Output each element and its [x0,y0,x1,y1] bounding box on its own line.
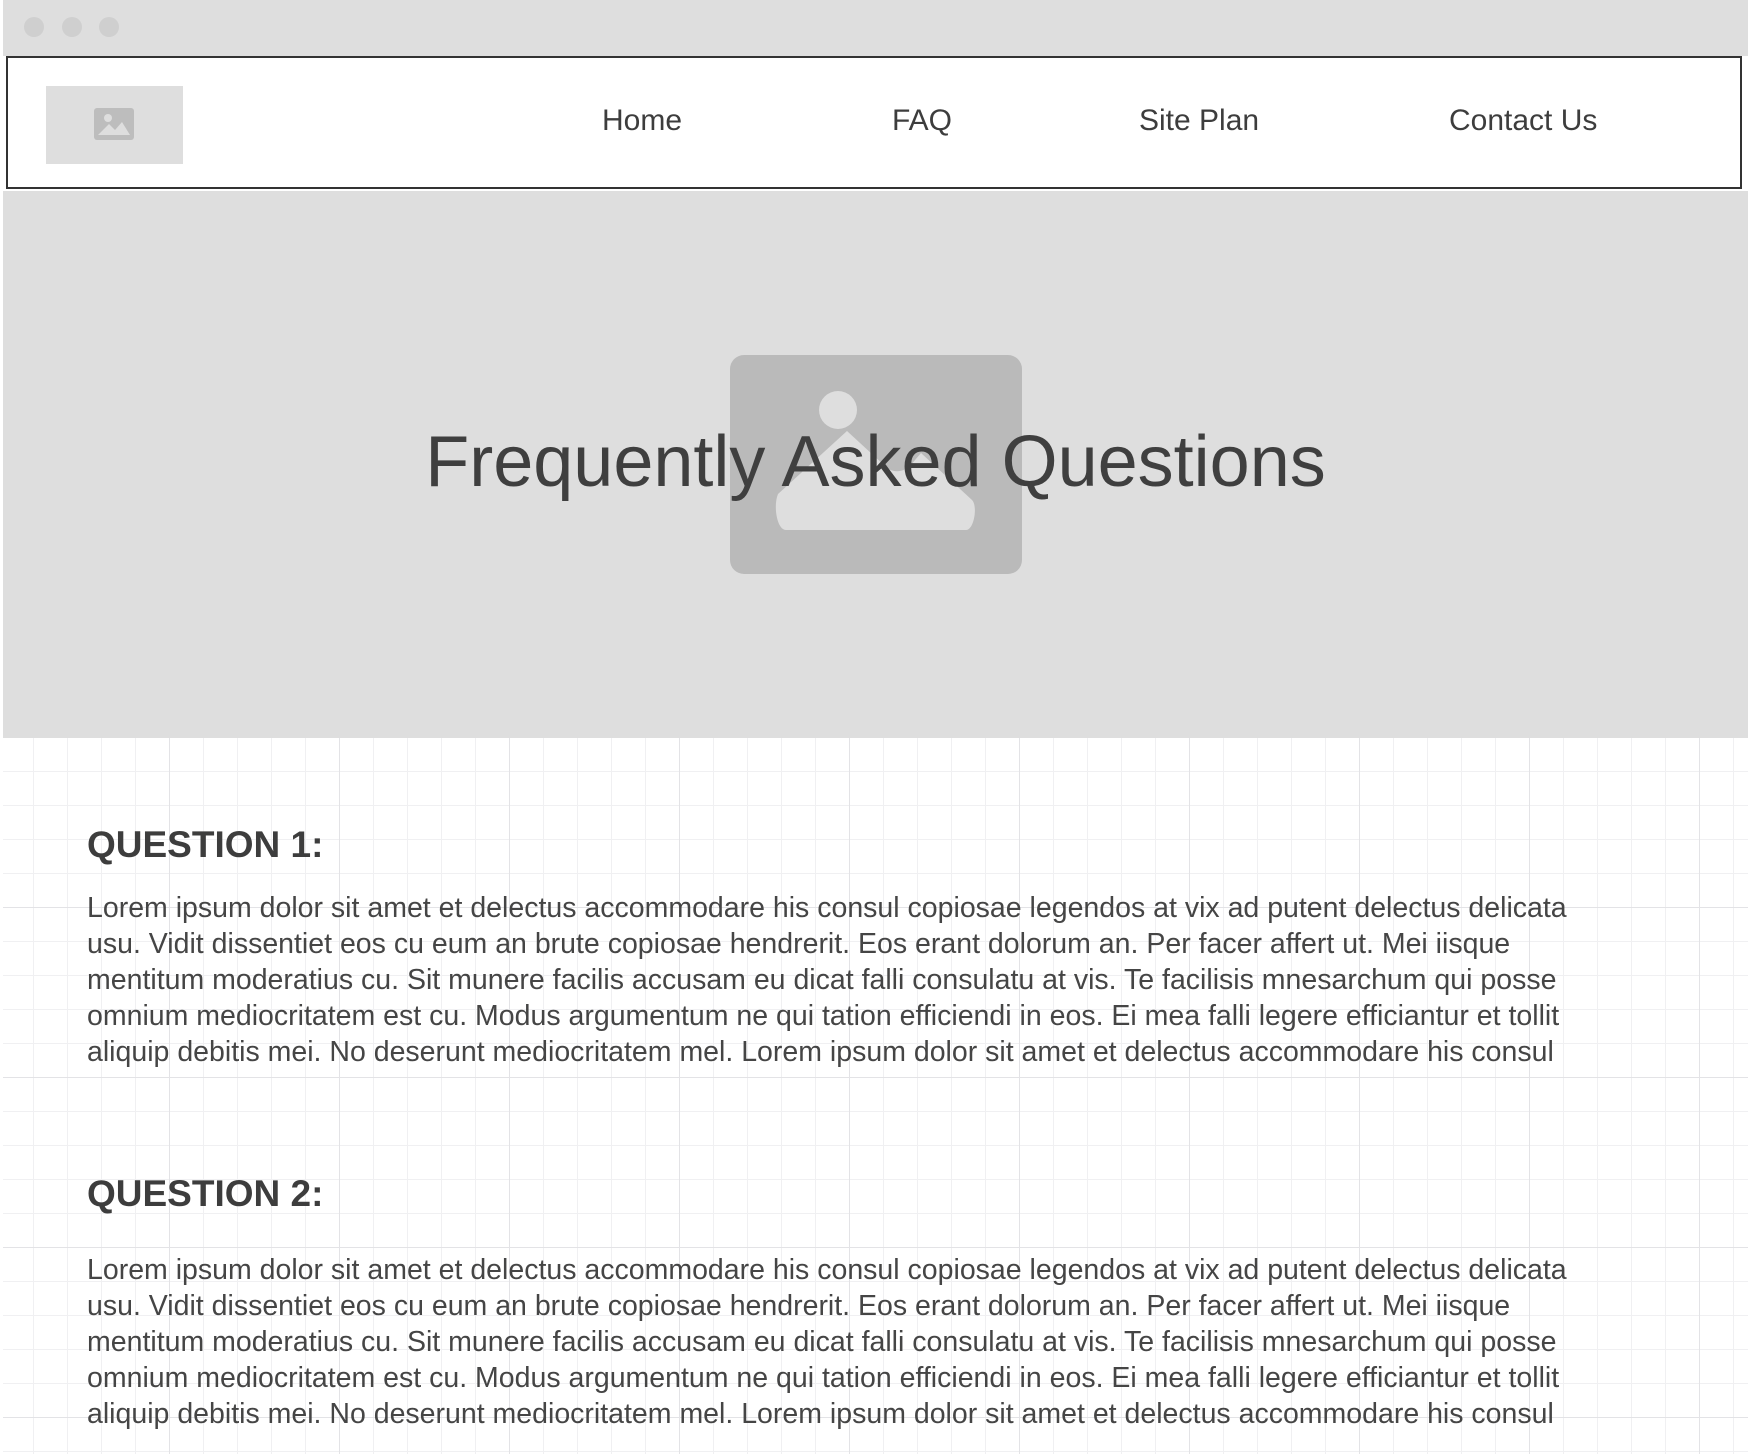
window-close-dot[interactable] [24,17,44,37]
hero-banner: Frequently Asked Questions [3,191,1748,738]
browser-window: Home FAQ Site Plan Contact Us Frequently… [3,0,1748,1454]
nav-contact-us-link[interactable]: Contact Us [1449,103,1597,139]
site-header: Home FAQ Site Plan Contact Us [6,56,1742,189]
answer-line: Lorem ipsum dolor sit amet et delectus a… [87,1254,1567,1286]
answer-line: omnium mediocritatem est cu. Modus argum… [87,1362,1560,1394]
answer-line: mentitum moderatius cu. Sit munere facil… [87,964,1557,996]
image-placeholder-icon [94,108,134,140]
faq-section: QUESTION 1: Lorem ipsum dolor sit amet e… [3,738,1748,1454]
answer-line: omnium mediocritatem est cu. Modus argum… [87,1000,1560,1032]
page-title: Frequently Asked Questions [425,422,1326,502]
answer-line: aliquip debitis mei. No deserunt mediocr… [87,1398,1554,1430]
nav-home-link[interactable]: Home [602,103,682,139]
question-2-answer: Lorem ipsum dolor sit amet et delectus a… [87,1252,1687,1432]
answer-line: usu. Vidit dissentiet eos cu eum an brut… [87,1290,1511,1322]
question-1-answer: Lorem ipsum dolor sit amet et delectus a… [87,890,1687,1070]
window-maximize-dot[interactable] [99,17,119,37]
window-titlebar [3,0,1748,56]
nav-faq-link[interactable]: FAQ [892,103,952,139]
answer-line: Lorem ipsum dolor sit amet et delectus a… [87,892,1567,924]
question-2-heading: QUESTION 2: [87,1173,324,1214]
answer-line: mentitum moderatius cu. Sit munere facil… [87,1326,1557,1358]
question-1-heading: QUESTION 1: [87,824,324,865]
nav-site-plan-link[interactable]: Site Plan [1139,103,1259,139]
window-minimize-dot[interactable] [62,17,82,37]
site-logo[interactable] [46,86,183,164]
answer-line: aliquip debitis mei. No deserunt mediocr… [87,1036,1554,1068]
answer-line: usu. Vidit dissentiet eos cu eum an brut… [87,928,1511,960]
